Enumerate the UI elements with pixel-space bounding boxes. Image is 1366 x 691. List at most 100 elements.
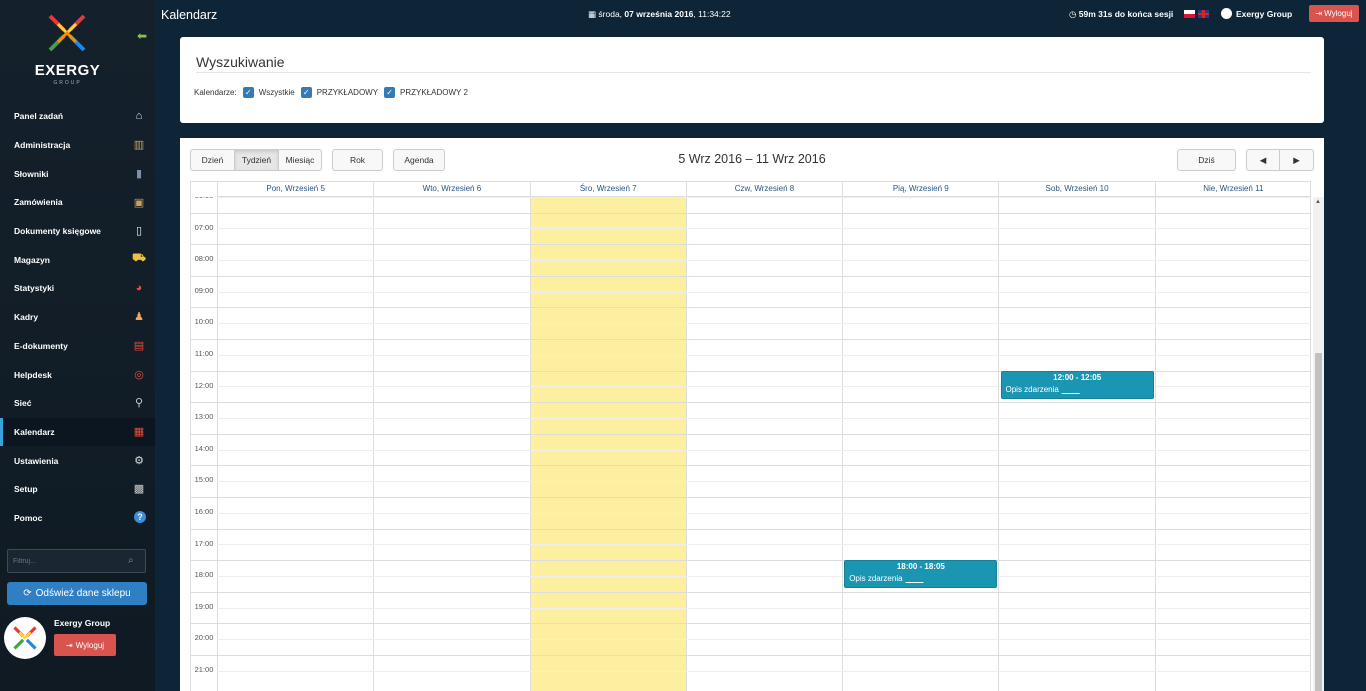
collapse-sidebar-icon[interactable]: ⬅ <box>137 30 149 42</box>
event-desc-text: Opis zdarzenia <box>1005 384 1059 394</box>
event-link[interactable]: ____ <box>1062 385 1080 394</box>
book-icon: ▮ <box>135 167 143 180</box>
logo[interactable]: EXERGY GROUP <box>0 0 155 100</box>
next-week-button[interactable]: ▶ <box>1280 149 1314 171</box>
day-column[interactable] <box>373 197 529 691</box>
day-header[interactable]: Sob, Wrzesień 10 <box>998 182 1154 197</box>
calendar-event[interactable]: 12:00 - 12:05 Opis zdarzenia ____ <box>1000 370 1154 399</box>
sidebar-logout-button[interactable]: ⇥ Wyloguj <box>54 634 116 656</box>
checkbox-przykladowy-2[interactable]: ✓ <box>384 87 396 98</box>
scrollbar[interactable]: ▲ <box>1313 197 1324 691</box>
sidebar-item-panel-zadań[interactable]: Panel zadań ⌂ <box>0 102 155 131</box>
user-name: Exergy Group <box>54 618 111 628</box>
time-label: 13:00 <box>194 412 214 422</box>
company-menu[interactable]: Exergy Group <box>1221 8 1292 19</box>
sidebar-item-e-dokumenty[interactable]: E-dokumenty ▤ <box>0 332 155 361</box>
prev-week-button[interactable]: ◀ <box>1246 149 1280 171</box>
filter-input[interactable] <box>8 550 126 572</box>
sidebar-item-sieć[interactable]: Sieć ⚲ <box>0 389 155 418</box>
day-header[interactable]: Nie, Wrzesień 11 <box>1154 182 1311 197</box>
sidebar-item-magazyn[interactable]: Magazyn ⛟ <box>0 245 155 274</box>
date-bold: 07 września 2016 <box>624 9 694 19</box>
session-timer: ◷ 59m 31s do końca sesji <box>1069 9 1173 20</box>
person-icon: ♟ <box>134 311 144 324</box>
day-header[interactable]: Śro, Wrzesień 7 <box>529 182 686 197</box>
calendars-label: Kalendarze: <box>194 88 237 97</box>
sidebar-item-label: Setup <box>14 484 38 495</box>
time-grid[interactable]: 06:00 07:00 08:00 09:00 10:00 11:00 12:00 13:00… <box>191 197 1311 691</box>
search-icon[interactable]: ⌕ <box>128 555 140 567</box>
logo-text: EXERGY <box>34 62 101 79</box>
sidebar-item-helpdesk[interactable]: Helpdesk ◎ <box>0 360 155 389</box>
logo-subtext: GROUP <box>53 80 82 86</box>
calendar-icon: ▦ <box>133 426 145 439</box>
avatar[interactable] <box>4 617 46 659</box>
event-description: Opis zdarzenia ____ <box>1006 385 1080 394</box>
day-header[interactable]: Czw, Wrzesień 8 <box>685 182 842 197</box>
divider <box>196 72 1311 73</box>
calendar-event[interactable]: 18:00 - 18:05 Opis zdarzenia ____ <box>844 560 998 589</box>
sidebar-item-kadry[interactable]: Kadry ♟ <box>0 303 155 332</box>
sidebar-item-dokumenty-księgowe[interactable]: Dokumenty księgowe ▯ <box>0 217 155 246</box>
day-column[interactable] <box>1154 197 1311 691</box>
time-label: 19:00 <box>194 601 214 611</box>
sidebar-item-label: Statystyki <box>14 283 55 294</box>
help-icon: ? <box>134 510 146 523</box>
day-header[interactable]: Pon, Wrzesień 5 <box>217 182 373 197</box>
sidebar-item-statystyki[interactable]: Statystyki ◕ <box>0 274 155 303</box>
option-label: Wszystkie <box>258 88 295 97</box>
option-label: PRZYKŁADOWY 2 <box>400 88 468 97</box>
sidebar-item-administracja[interactable]: Administracja ▥ <box>0 131 155 160</box>
event-description: Opis zdarzenia ____ <box>849 574 923 583</box>
option-label: PRZYKŁADOWY <box>316 88 379 97</box>
pie-chart-icon: ◕ <box>135 282 143 295</box>
day-column[interactable] <box>998 197 1154 691</box>
view-day-button[interactable]: Dzień <box>190 149 235 171</box>
flag-en-icon[interactable] <box>1198 10 1209 18</box>
day-column[interactable] <box>842 197 998 691</box>
setup-icon: ▩ <box>133 483 145 496</box>
time-label: 15:00 <box>194 475 214 485</box>
time-value: , 11:34:22 <box>693 9 731 19</box>
day-header[interactable]: Wto, Wrzesień 6 <box>373 182 529 197</box>
sidebar: EXERGY GROUP ⬅ Panel zadań ⌂ Administracja… <box>0 0 155 691</box>
box-icon: ▣ <box>133 196 145 209</box>
sidebar-item-label: Słowniki <box>14 168 49 179</box>
view-month-button[interactable]: Miesiąc <box>279 149 322 171</box>
sidebar-item-zamówienia[interactable]: Zamówienia ▣ <box>0 188 155 217</box>
year-group: Rok <box>332 149 383 171</box>
company-logo-icon <box>1221 8 1232 19</box>
scroll-up-icon[interactable]: ▲ <box>1315 199 1321 205</box>
view-agenda-button[interactable]: Agenda <box>393 149 445 171</box>
view-week-button[interactable]: Tydzień <box>235 149 279 171</box>
search-panel: Wyszukiwanie Kalendarze: ✓ Wszystkie ✓ P… <box>180 37 1324 123</box>
scroll-thumb[interactable] <box>1315 353 1322 691</box>
checkbox-all[interactable]: ✓ <box>242 87 254 98</box>
week-grid: Pon, Wrzesień 5 Wto, Wrzesień 6 Śro, Wrzes… <box>190 181 1311 691</box>
refresh-shop-data-button[interactable]: ⟳ Odśwież dane sklepu <box>7 582 147 605</box>
day-column[interactable] <box>217 197 373 691</box>
sidebar-nav: Panel zadań ⌂ Administracja ▥ Słowniki ▮ Zamów… <box>0 102 155 532</box>
sidebar-item-label: Kadry <box>14 312 39 323</box>
agenda-group: Agenda <box>393 149 445 171</box>
logout-button[interactable]: ⇥ Wyloguj <box>1309 5 1359 22</box>
checkbox-przykladowy[interactable]: ✓ <box>300 87 312 98</box>
sidebar-item-pomoc[interactable]: Pomoc? <box>0 504 155 533</box>
sidebar-item-ustawienia[interactable]: Ustawienia ⚙ <box>0 446 155 475</box>
forklift-icon: ⛟ <box>132 252 146 265</box>
day-column[interactable] <box>685 197 842 691</box>
network-icon: ⚲ <box>134 397 144 410</box>
sidebar-item-kalendarz[interactable]: Kalendarz ▦ <box>0 417 155 447</box>
today-button[interactable]: Dziś <box>1177 149 1236 171</box>
today-group: Dziś <box>1177 149 1236 171</box>
sidebar-item-setup[interactable]: Setup ▩ <box>0 475 155 504</box>
day-header[interactable]: Pią, Wrzesień 9 <box>842 182 998 197</box>
sidebar-item-słowniki[interactable]: Słowniki ▮ <box>0 159 155 188</box>
sidebar-item-label: Administracja <box>14 140 71 151</box>
day-column-today[interactable] <box>529 197 686 691</box>
prev-icon: ◀ <box>1259 154 1267 165</box>
event-link[interactable]: ____ <box>906 574 924 583</box>
view-year-button[interactable]: Rok <box>332 149 383 171</box>
calendar-panel: Dzień Tydzień Miesiąc Rok Agenda 5 Wrz 2… <box>180 138 1324 691</box>
flag-pl-icon[interactable] <box>1184 10 1195 18</box>
